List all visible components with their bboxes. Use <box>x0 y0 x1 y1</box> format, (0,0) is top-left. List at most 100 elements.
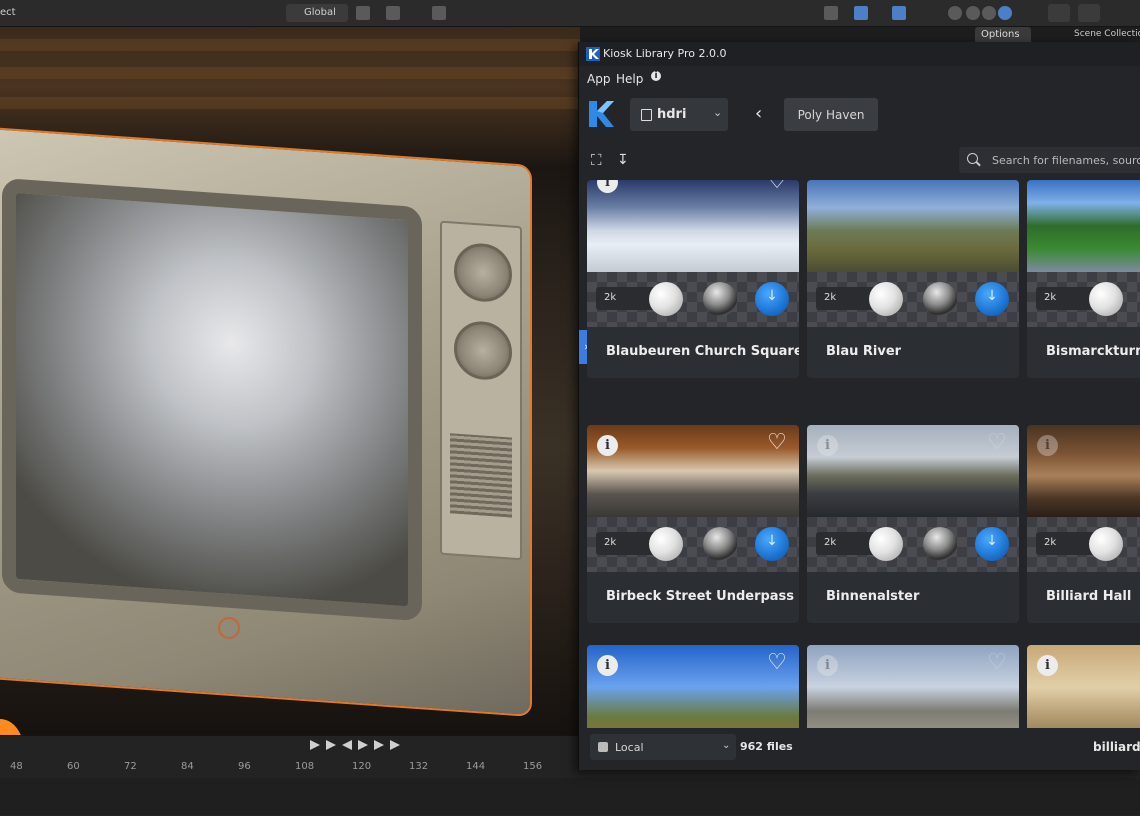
asset-title: Billiard Hall <box>1046 589 1132 604</box>
asset-card[interactable]: i ♡ <box>807 645 1019 728</box>
resolution-label: 2k <box>1044 537 1057 548</box>
source-button[interactable]: Poly Haven <box>784 98 878 131</box>
about-info-icon[interactable]: i <box>651 71 661 81</box>
wireframe-shading-icon[interactable] <box>948 6 962 20</box>
kiosk-logo-icon <box>589 101 614 127</box>
chrome-sphere-preview <box>923 527 957 561</box>
info-icon[interactable]: i <box>597 655 618 676</box>
kiosk-logo-icon <box>586 47 600 61</box>
menu-help[interactable]: Help <box>616 72 643 86</box>
align-top-icon[interactable]: ↧ <box>617 152 631 168</box>
menu-app[interactable]: App <box>587 72 610 86</box>
category-label: hdri <box>657 107 687 122</box>
category-dropdown[interactable]: hdri ⌄ <box>630 98 728 131</box>
resolution-label: 2k <box>1044 292 1057 303</box>
snap-icon[interactable] <box>386 6 400 20</box>
material-preview-row: 2k⌄ <box>807 517 1019 572</box>
3d-viewport[interactable] <box>0 27 580 735</box>
chrome-sphere-preview <box>923 282 957 316</box>
white-sphere-preview <box>649 282 683 316</box>
solid-shading-icon[interactable] <box>966 6 980 20</box>
info-icon[interactable]: i <box>817 435 838 456</box>
material-preview-row: 2k⌄ <box>587 517 799 572</box>
download-icon[interactable] <box>755 282 789 316</box>
outliner-filter-icon[interactable] <box>1078 4 1100 22</box>
location-dropdown[interactable]: Local ⌄ <box>590 734 736 760</box>
asset-card[interactable]: 2k⌄ Bismarckturm <box>1027 180 1140 378</box>
white-sphere-preview <box>1089 282 1123 316</box>
overlay-icon[interactable] <box>892 6 906 20</box>
scene-collection-label: Scene Collection <box>1074 29 1140 39</box>
title-bar[interactable]: Kiosk Library Pro 2.0.0 <box>579 42 1140 66</box>
frame-number: 84 <box>181 761 194 772</box>
tv-object[interactable] <box>0 125 532 717</box>
search-input[interactable] <box>992 152 1140 168</box>
frame-number: 96 <box>238 761 251 772</box>
source-label: Poly Haven <box>797 108 865 122</box>
download-icon[interactable] <box>755 527 789 561</box>
info-icon[interactable]: i <box>1037 655 1058 676</box>
tv-knob <box>454 319 512 382</box>
asset-card[interactable]: 2k⌄ Binnenalster i ♡ <box>807 425 1019 623</box>
proportional-edit-icon[interactable] <box>432 6 446 20</box>
frame-number: 156 <box>523 761 543 772</box>
kiosk-window: Kiosk Library Pro 2.0.0 App Help i hdri … <box>578 42 1140 770</box>
frame-number: 144 <box>466 761 486 772</box>
info-icon[interactable]: i <box>597 435 618 456</box>
material-preview-row: 2k⌄ <box>587 272 799 327</box>
asset-title: Blau River <box>826 344 902 359</box>
play-icon[interactable] <box>358 740 368 750</box>
pivot-icon[interactable] <box>356 6 370 20</box>
prev-keyframe-icon[interactable] <box>326 740 336 750</box>
tv-speaker-grille <box>450 433 512 518</box>
jump-end-icon[interactable] <box>390 740 400 750</box>
blender-header: ect Global <box>0 0 1140 27</box>
window-title: Kiosk Library Pro 2.0.0 <box>603 47 727 60</box>
asset-card[interactable]: i <box>1027 645 1140 728</box>
outliner-editor-icon[interactable] <box>1048 4 1070 22</box>
asset-title: Birbeck Street Underpass <box>606 589 795 604</box>
storage-icon <box>598 742 608 752</box>
blender-logo-icon <box>0 719 24 735</box>
chrome-sphere-preview <box>703 282 737 316</box>
timeline-track[interactable] <box>0 778 1140 815</box>
white-sphere-preview <box>1089 527 1123 561</box>
asset-title: Bismarckturm <box>1046 344 1140 359</box>
gizmo-icon[interactable] <box>854 6 868 20</box>
download-icon[interactable] <box>975 527 1009 561</box>
ceiling-plank <box>0 67 580 79</box>
asset-card[interactable]: 2k⌄ Blaubeuren Church Square i ♡ <box>587 180 799 378</box>
play-reverse-icon[interactable] <box>342 740 352 750</box>
back-button[interactable]: ‹ <box>755 104 769 124</box>
material-preview-row: 2k⌄ <box>1027 272 1140 327</box>
playback-controls <box>0 737 580 757</box>
frame-number: 60 <box>67 761 80 772</box>
resolution-label: 2k <box>604 292 617 303</box>
asset-card[interactable]: 2k⌄ Billiard Hall i <box>1027 425 1140 623</box>
favorite-heart-icon[interactable]: ♡ <box>765 431 789 455</box>
material-preview-row: 2k⌄ <box>1027 517 1140 572</box>
favorite-heart-icon[interactable]: ♡ <box>765 651 789 675</box>
material-shading-icon[interactable] <box>982 6 996 20</box>
orientation-label: Global <box>304 7 336 18</box>
frame-number: 120 <box>352 761 372 772</box>
orientation-dropdown[interactable]: Global <box>286 4 348 22</box>
asset-card[interactable]: 2k⌄ Birbeck Street Underpass i ♡ <box>587 425 799 623</box>
info-icon[interactable]: i <box>817 655 838 676</box>
crop-icon[interactable]: ⛶ <box>591 152 607 168</box>
rendered-shading-icon[interactable] <box>998 6 1012 20</box>
white-sphere-preview <box>649 527 683 561</box>
resolution-label: 2k <box>824 537 837 548</box>
favorite-heart-icon[interactable]: ♡ <box>765 180 789 194</box>
download-icon[interactable] <box>975 282 1009 316</box>
favorite-heart-icon[interactable]: ♡ <box>985 651 1009 675</box>
tv-screen <box>2 177 422 622</box>
jump-start-icon[interactable] <box>310 740 320 750</box>
asset-card[interactable]: i ♡ <box>587 645 799 728</box>
hdri-preview <box>807 180 1019 272</box>
info-icon[interactable]: i <box>1037 435 1058 456</box>
visibility-icon[interactable] <box>824 6 838 20</box>
next-keyframe-icon[interactable] <box>374 740 384 750</box>
asset-card[interactable]: 2k⌄ Blau River <box>807 180 1019 378</box>
favorite-heart-icon[interactable]: ♡ <box>985 431 1009 455</box>
